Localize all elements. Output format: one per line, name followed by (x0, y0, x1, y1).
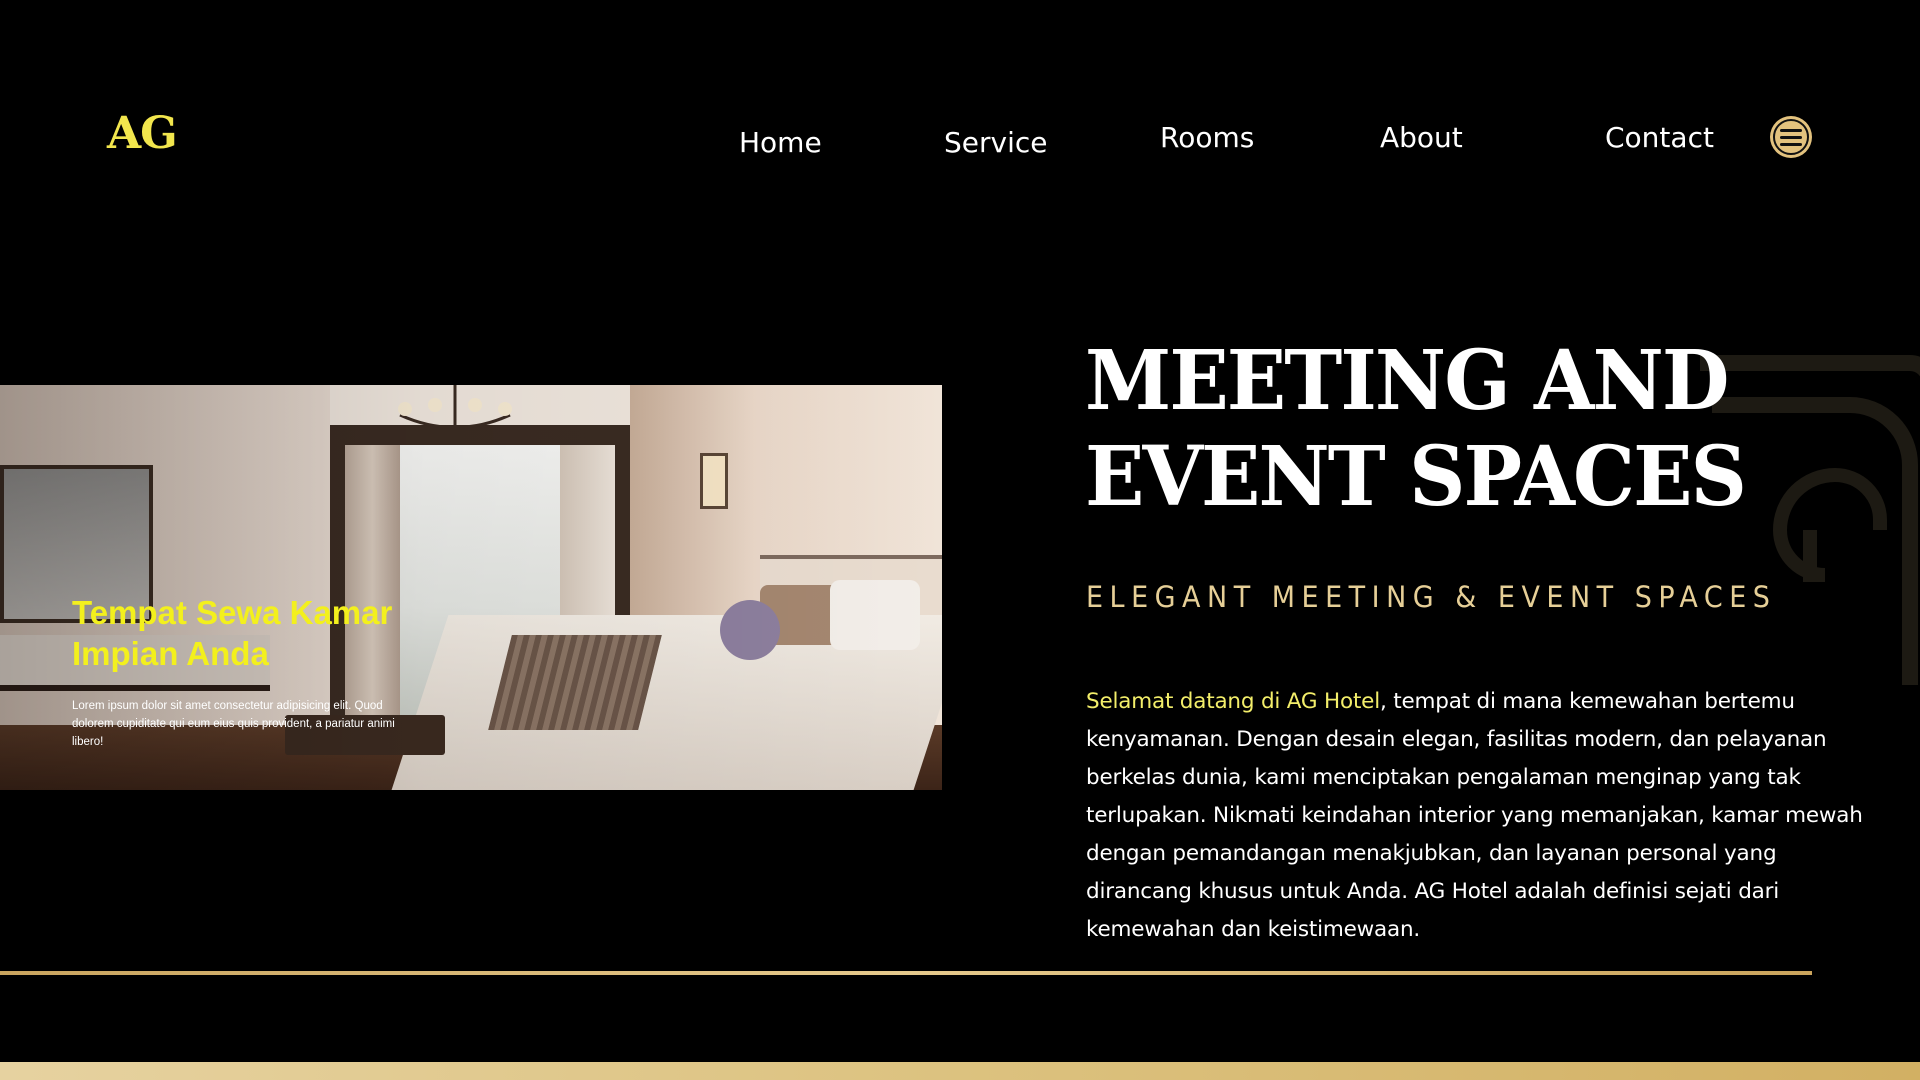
hamburger-menu-icon[interactable] (1770, 116, 1812, 158)
menu-ring (1773, 119, 1809, 155)
headline-line: MEETING AND (1085, 333, 1729, 429)
hero-overlay-title: Tempat Sewa Kamar Impian Anda (72, 594, 393, 672)
nav-home[interactable]: Home (739, 126, 822, 159)
gold-footer-bar (0, 1062, 1920, 1080)
nav-service[interactable]: Service (944, 126, 1047, 159)
nav-rooms[interactable]: Rooms (1160, 121, 1254, 154)
subheading: ELEGANT MEETING & EVENT SPACES (1086, 580, 1777, 614)
headline-line: EVENT SPACES (1085, 429, 1747, 525)
logo[interactable]: AG (107, 108, 178, 159)
page-headline: MEETING AND EVENT SPACES (1085, 333, 1807, 525)
gold-divider (0, 971, 1812, 975)
nav-about[interactable]: About (1380, 121, 1463, 154)
nav-contact[interactable]: Contact (1605, 121, 1714, 154)
intro-paragraph: Selamat datang di AG Hotel, tempat di ma… (1086, 683, 1876, 949)
paragraph-text: , tempat di mana kemewahan bertemu kenya… (1086, 688, 1863, 942)
hero-overlay-body: Lorem ipsum dolor sit amet consectetur a… (72, 700, 395, 748)
paragraph-highlight: Selamat datang di AG Hotel (1086, 688, 1380, 714)
